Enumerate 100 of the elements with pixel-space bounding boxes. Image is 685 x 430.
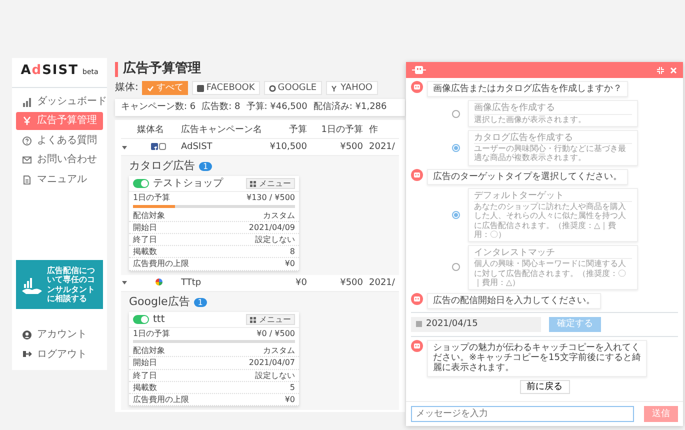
field-label: 掲載数 bbox=[133, 247, 157, 256]
menu-button[interactable]: メニュー bbox=[246, 314, 295, 325]
close-button[interactable] bbox=[670, 66, 677, 74]
column-header: 予算 bbox=[288, 124, 307, 135]
sidebar-item[interactable]: ダッシュボード bbox=[16, 92, 103, 110]
option-card[interactable]: インタレストマッチ 個人の興味・関心キーワードに関連する人に対して広告配信されます。（推奨度：〇｜費用：△） bbox=[468, 245, 638, 290]
sidebar-item[interactable]: アカウント bbox=[16, 326, 103, 344]
menu-button[interactable]: メニュー bbox=[246, 178, 295, 190]
chat-message: 画像広告またはカタログ広告を作成しますか？ bbox=[427, 81, 628, 98]
calendar-icon bbox=[416, 321, 422, 328]
grid-icon bbox=[250, 316, 256, 323]
count-badge: 1 bbox=[199, 162, 212, 172]
robot-icon bbox=[412, 65, 426, 75]
sidebar-item[interactable]: ログアウト bbox=[16, 346, 103, 363]
logout-icon bbox=[22, 349, 32, 360]
column-header: 1日の予算 bbox=[320, 124, 363, 135]
field-label: 広告費用の上限 bbox=[133, 395, 189, 404]
option-card[interactable]: カタログ広告を作成する ユーザーの興味関心・行動などに基づき最適な商品が複数表示されます。 bbox=[468, 130, 638, 166]
close-icon bbox=[670, 66, 677, 74]
consult-banner[interactable]: 広告配信について専任のコンサルタントに相談する bbox=[16, 260, 103, 309]
facebook-icon bbox=[151, 142, 167, 150]
field-label: 広告費用の上限 bbox=[133, 259, 189, 269]
radio-button[interactable] bbox=[452, 210, 460, 219]
campaign-name: TTtp bbox=[181, 278, 202, 288]
radio-button[interactable] bbox=[452, 110, 460, 118]
field-label: 1日の予算 bbox=[133, 329, 170, 338]
robot-avatar-icon bbox=[411, 292, 423, 305]
filter-button[interactable]: YAHOO bbox=[326, 80, 378, 96]
sidebar-item[interactable]: マニュアル bbox=[16, 170, 103, 188]
caret-icon bbox=[121, 144, 128, 151]
field-label: 配信対象 bbox=[133, 210, 165, 220]
count-badge: 1 bbox=[194, 298, 207, 307]
account-icon bbox=[22, 330, 32, 340]
table-cell-text: 2021/ bbox=[368, 142, 393, 152]
filter-button[interactable]: GOOGLE bbox=[264, 80, 322, 96]
robot-avatar-icon bbox=[411, 340, 423, 352]
section-title: カタログ広告 bbox=[129, 160, 195, 173]
expand-button[interactable] bbox=[657, 66, 664, 74]
field-value: カスタム bbox=[263, 346, 295, 356]
sidebar-item[interactable]: お問い合わせ bbox=[16, 151, 103, 169]
ad-name: テストショップ bbox=[153, 178, 223, 190]
field-value: 設定しない bbox=[255, 235, 295, 244]
table-cell-text: ¥10,500 bbox=[268, 142, 307, 152]
option-title: カタログ広告を作成する bbox=[474, 132, 632, 144]
field-value: 設定しない bbox=[255, 370, 295, 380]
option-description: 選択した画像が表示されます。 bbox=[474, 114, 587, 124]
field-value: 5 bbox=[290, 382, 295, 392]
chat-message: 広告のターゲットタイプを選択してください。 bbox=[427, 168, 628, 185]
caret-icon bbox=[121, 279, 128, 286]
radio-button[interactable] bbox=[452, 263, 460, 272]
summary-stat: 配信済み: ¥1,286 bbox=[313, 102, 387, 113]
option-title: インタレストマッチ bbox=[474, 248, 632, 260]
summary-stat: 広告数: 8 bbox=[202, 102, 240, 113]
field-value: 2021/04/09 bbox=[248, 222, 295, 232]
date-field[interactable]: 2021/04/15 bbox=[411, 317, 541, 332]
toggle-switch[interactable] bbox=[133, 314, 149, 324]
expand-toggle[interactable] bbox=[121, 144, 128, 151]
option-description: 個人の興味・関心キーワードに関連する人に対して広告配信されます。（推奨度：〇｜費用：△） bbox=[474, 259, 627, 287]
robot-avatar-icon bbox=[411, 168, 423, 181]
field-label: 配信対象 bbox=[133, 346, 165, 356]
check-icon bbox=[147, 84, 154, 92]
field-label: 開始日 bbox=[133, 222, 157, 232]
field-value: ¥130 / ¥500 bbox=[246, 193, 295, 203]
field-value: 8 bbox=[290, 247, 295, 256]
option-card[interactable]: 画像広告を作成する 選択した画像が表示されます。 bbox=[468, 100, 638, 127]
radio-button[interactable] bbox=[452, 144, 460, 152]
mail-icon bbox=[22, 155, 32, 166]
back-button[interactable]: 前に戻る bbox=[520, 380, 570, 394]
message-input[interactable]: メッセージを入力 bbox=[411, 406, 634, 422]
field-label: 1日の予算 bbox=[133, 193, 170, 203]
field-label: 開始日 bbox=[133, 358, 157, 368]
table-cell-text: ¥500 bbox=[339, 278, 363, 288]
table-cell-text: ¥500 bbox=[339, 142, 363, 152]
toggle-switch[interactable] bbox=[133, 179, 149, 188]
field-value: ¥0 bbox=[284, 395, 295, 404]
expand-toggle[interactable] bbox=[121, 279, 128, 286]
chat-message: 広告の配信開始日を入力してください。 bbox=[427, 292, 601, 310]
sidebar-item[interactable]: よくある質問 bbox=[16, 132, 103, 150]
google-icon bbox=[155, 278, 163, 286]
table-cell-text: 2021/ bbox=[368, 278, 393, 288]
option-title: デフォルトターゲット bbox=[474, 190, 632, 202]
chat-message: ショップの魅力が伝わるキャッチコピーを入れてください。※キャッチコピーを15文字前後にすると綺麗に表示されます。 bbox=[427, 340, 647, 377]
summary-stat: 予算: ¥46,500 bbox=[246, 102, 308, 113]
field-value: ¥0 bbox=[284, 259, 295, 269]
robot-avatar-icon bbox=[411, 81, 423, 93]
document-icon bbox=[22, 174, 32, 185]
column-header: 作 bbox=[368, 124, 379, 135]
field-value: ¥0 / ¥500 bbox=[256, 329, 295, 338]
option-title: 画像広告を作成する bbox=[474, 103, 632, 115]
ad-name: ttt bbox=[153, 314, 165, 326]
field-label: 終了日 bbox=[133, 235, 157, 244]
yen-icon bbox=[22, 116, 32, 126]
option-card[interactable]: デフォルトターゲット あなたのショップに訪れた人や商品を購入した人、それらの人々に似た属性を持つ人に広告配信されます。（推奨度：△｜費用：〇） bbox=[468, 188, 638, 242]
field-label: 掲載数 bbox=[133, 382, 157, 392]
option-description: あなたのショップに訪れた人や商品を購入した人、それらの人々に似た属性を持つ人に広告配信されます。（推奨度：△｜費用：〇） bbox=[474, 202, 627, 240]
field-value: カスタム bbox=[263, 210, 295, 220]
table-cell-text: ¥0 bbox=[294, 278, 307, 288]
expand-icon bbox=[657, 66, 664, 74]
filter-button[interactable]: FACEBOOK bbox=[192, 80, 260, 96]
field-label: 終了日 bbox=[133, 370, 157, 380]
